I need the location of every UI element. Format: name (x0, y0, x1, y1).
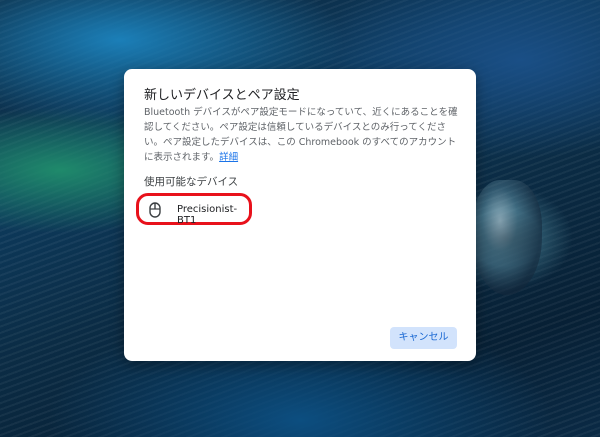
dialog-title: 新しいデバイスとペア設定 (144, 88, 300, 103)
mouse-icon (149, 202, 161, 218)
available-devices-label: 使用可能なデバイス (144, 176, 239, 188)
dialog-description: Bluetooth デバイスがペア設定モードになっていて、近くにあることを確認し… (144, 105, 462, 165)
device-item-precisionist-bt1[interactable]: Precisionist-BT1 (136, 193, 252, 226)
bluetooth-pairing-dialog: 新しいデバイスとペア設定 Bluetooth デバイスがペア設定モードになってい… (124, 69, 476, 361)
water-drop (472, 180, 542, 295)
device-name: Precisionist-BT1 (177, 204, 238, 226)
details-link[interactable]: 詳細 (219, 152, 238, 163)
cancel-button[interactable]: キャンセル (390, 327, 457, 349)
description-text: Bluetooth デバイスがペア設定モードになっていて、近くにあることを確認し… (144, 107, 458, 163)
